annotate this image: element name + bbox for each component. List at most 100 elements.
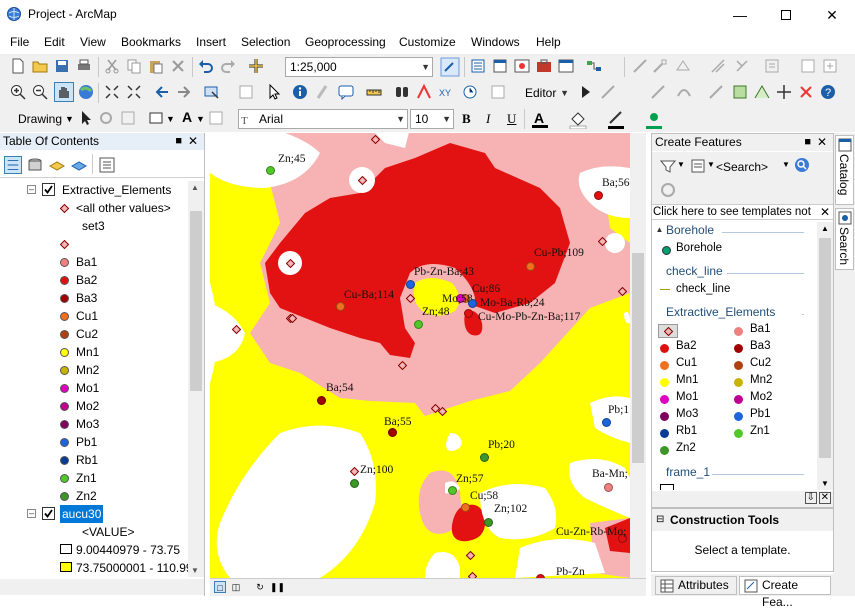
- bold-button[interactable]: B: [462, 111, 471, 127]
- arctoolbox-icon[interactable]: [536, 58, 552, 74]
- map-diamond-marker[interactable]: [286, 259, 295, 268]
- forward-extent-icon[interactable]: [176, 84, 192, 100]
- save-icon[interactable]: [54, 58, 70, 74]
- list-by-selection-icon[interactable]: [70, 156, 88, 174]
- template-ba3[interactable]: Ba3: [750, 340, 770, 352]
- map-point-marker[interactable]: [604, 483, 613, 492]
- find-route-icon[interactable]: [416, 84, 432, 100]
- close-icon[interactable]: ✕: [819, 205, 830, 219]
- chevron-down-icon[interactable]: ▼: [65, 114, 74, 124]
- menu-view[interactable]: View: [80, 35, 106, 49]
- help-icon[interactable]: ?: [820, 84, 836, 100]
- map-vertical-scrollbar[interactable]: [630, 133, 646, 578]
- template-cu2[interactable]: Cu2: [750, 357, 771, 369]
- collapse-icon[interactable]: –: [27, 509, 36, 518]
- close-icon[interactable]: ✕: [817, 134, 827, 151]
- organize-templates-icon[interactable]: [660, 158, 676, 174]
- reshape-icon[interactable]: [676, 84, 692, 100]
- paste-icon[interactable]: [148, 58, 164, 74]
- identify-icon[interactable]: [292, 84, 308, 100]
- select-arrow-icon[interactable]: [78, 110, 94, 126]
- undo-icon[interactable]: [198, 58, 214, 74]
- chevron-down-icon[interactable]: ▼: [782, 160, 790, 169]
- data-view-button[interactable]: □: [214, 581, 226, 593]
- map-point-marker[interactable]: [526, 262, 535, 271]
- map-point-marker[interactable]: [388, 428, 397, 437]
- template-search-input[interactable]: <Search>: [714, 158, 788, 176]
- map-point-marker[interactable]: [336, 302, 345, 311]
- fixed-zoom-out-icon[interactable]: [126, 84, 142, 100]
- template-default-selected[interactable]: [658, 324, 678, 338]
- editor-menu[interactable]: Editor ▼: [520, 83, 572, 103]
- edit-vertices-draw-icon[interactable]: [208, 110, 224, 126]
- menu-selection[interactable]: Selection: [241, 35, 290, 49]
- html-popup-icon[interactable]: [338, 84, 354, 100]
- new-document-icon[interactable]: [10, 58, 26, 74]
- pin-icon[interactable]: ■: [175, 133, 182, 150]
- rectangle-icon[interactable]: [148, 110, 164, 126]
- italic-button[interactable]: I: [486, 111, 490, 127]
- clear-selection-icon[interactable]: [238, 84, 254, 100]
- layer-visibility-checkbox[interactable]: [42, 507, 55, 520]
- list-by-source-icon[interactable]: [26, 156, 44, 174]
- map-diamond-marker[interactable]: [371, 135, 380, 144]
- create-features-icon[interactable]: [822, 58, 838, 74]
- map-view[interactable]: Zn;45 Ba;56 Cu-Pb;109 Pb-Zn-Ba;43 Cu;86 Cu-Ba…: [210, 133, 630, 578]
- map-point-marker[interactable]: [448, 486, 457, 495]
- catalog-window-icon[interactable]: [492, 58, 508, 74]
- options-icon[interactable]: [98, 156, 116, 174]
- map-point-marker[interactable]: [317, 396, 326, 405]
- template-properties-icon[interactable]: [660, 182, 676, 198]
- map-diamond-marker[interactable]: [232, 325, 241, 334]
- cut-icon[interactable]: [104, 58, 120, 74]
- template-pb1[interactable]: Pb1: [750, 408, 770, 420]
- model-builder-icon[interactable]: [586, 58, 602, 74]
- redo-icon[interactable]: [220, 58, 236, 74]
- template-check-line[interactable]: check_line: [676, 283, 730, 295]
- straight-segment-icon[interactable]: [650, 84, 666, 100]
- map-point-marker[interactable]: [484, 518, 493, 527]
- template-mn2[interactable]: Mn2: [750, 374, 772, 386]
- sketch-properties-icon[interactable]: [800, 58, 816, 74]
- menu-windows[interactable]: Windows: [471, 35, 520, 49]
- map-point-marker[interactable]: [464, 309, 473, 318]
- list-by-drawing-order-icon[interactable]: [4, 156, 22, 174]
- templates-tip-bar[interactable]: Click here to see templates not ✕: [652, 204, 833, 220]
- tab-create-features[interactable]: Create Fea...: [739, 576, 831, 609]
- edit-annotation-icon[interactable]: [652, 58, 668, 74]
- toc-scrollbar[interactable]: ▲ ▼: [188, 181, 204, 577]
- map-point-marker[interactable]: [266, 166, 275, 175]
- select-elements-icon[interactable]: [266, 84, 282, 100]
- scroll-down-icon[interactable]: ▼: [821, 479, 829, 488]
- map-diamond-marker[interactable]: [431, 404, 440, 413]
- map-diamond-marker[interactable]: [406, 294, 415, 303]
- refresh-icon[interactable]: ↻: [254, 581, 266, 593]
- marker-color-icon[interactable]: [644, 109, 664, 129]
- print-icon[interactable]: [76, 58, 92, 74]
- python-window-icon[interactable]: [558, 58, 574, 74]
- underline-button[interactable]: U: [507, 111, 516, 127]
- scroll-up-icon[interactable]: ▲: [191, 183, 199, 192]
- map-diamond-marker[interactable]: [618, 287, 627, 296]
- pin-icon[interactable]: ■: [804, 134, 811, 151]
- select-features-icon[interactable]: [204, 84, 220, 100]
- font-size-dropdown[interactable]: 10 ▼: [410, 109, 454, 129]
- open-folder-icon[interactable]: [32, 58, 48, 74]
- pause-icon[interactable]: ❚❚: [270, 581, 285, 593]
- list-by-visibility-icon[interactable]: [48, 156, 66, 174]
- map-point-marker[interactable]: [406, 280, 415, 289]
- tab-attributes[interactable]: Attributes: [655, 576, 737, 595]
- chevron-down-icon[interactable]: ▼: [677, 160, 685, 169]
- scroll-thumb[interactable]: [190, 211, 202, 391]
- zoom-in-icon[interactable]: [10, 84, 26, 100]
- go-to-xy-icon[interactable]: XY: [438, 84, 454, 100]
- edit-vertices-icon[interactable]: [600, 84, 616, 100]
- grouping-icon[interactable]: [690, 158, 706, 174]
- menu-geoprocessing[interactable]: Geoprocessing: [305, 35, 386, 49]
- split-icon[interactable]: [754, 84, 770, 100]
- menu-file[interactable]: File: [10, 35, 29, 49]
- hyperlink-icon[interactable]: [314, 84, 330, 100]
- topology-edit-icon[interactable]: [732, 84, 748, 100]
- map-diamond-marker[interactable]: [288, 314, 297, 323]
- scroll-thumb[interactable]: [632, 253, 644, 463]
